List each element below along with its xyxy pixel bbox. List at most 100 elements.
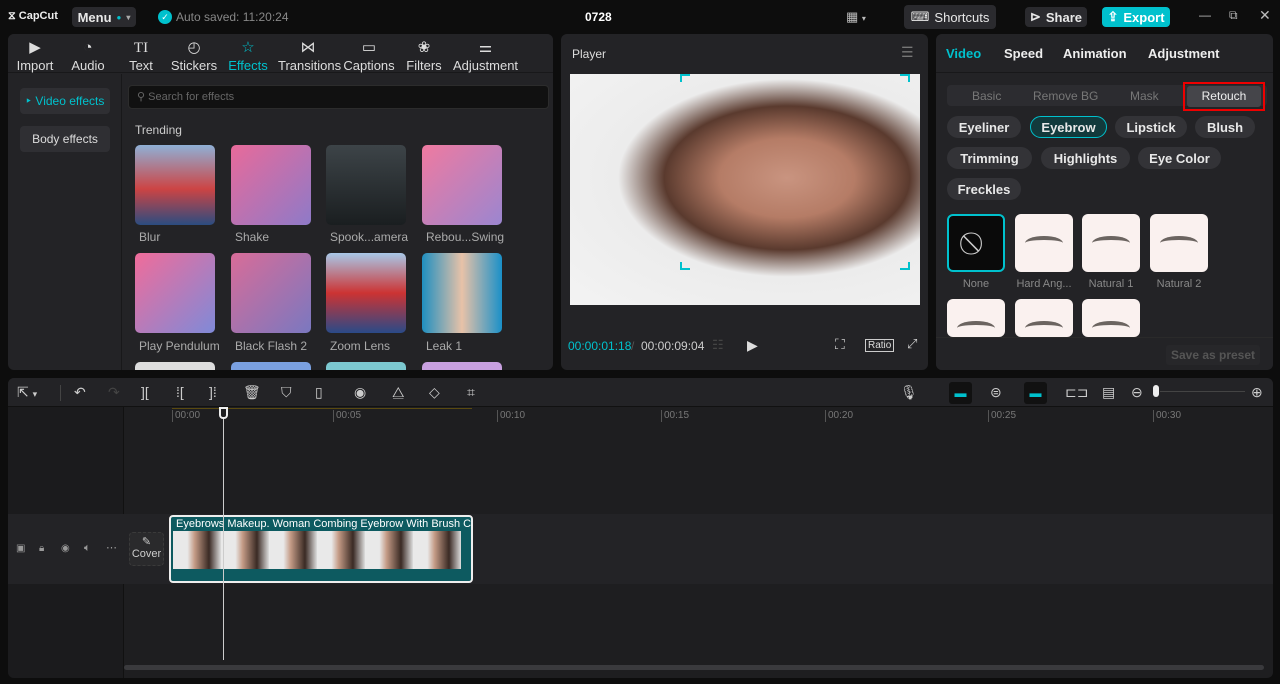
effect-thumb[interactable]: [422, 362, 502, 370]
chip-eyebrow[interactable]: Eyebrow: [1030, 116, 1107, 138]
zoom-fit-icon[interactable]: ⛶: [835, 336, 845, 353]
subtab-mask[interactable]: Mask: [1130, 89, 1159, 103]
import-icon: ▶︎: [29, 39, 41, 56]
mirror-icon[interactable]: ⧋: [392, 384, 405, 401]
subtab-remove-bg[interactable]: Remove BG: [1033, 89, 1098, 103]
horizontal-scrollbar[interactable]: [124, 665, 1264, 670]
split-right-icon[interactable]: ]⁞: [209, 384, 217, 400]
preset-natural-2[interactable]: [1150, 214, 1208, 272]
tab-text[interactable]: TI Text: [111, 38, 171, 73]
layout-icon[interactable]: ▦ ▾: [846, 9, 866, 25]
play-button[interactable]: ▶: [747, 337, 758, 354]
preset-none[interactable]: ⃠: [947, 214, 1005, 272]
video-preview[interactable]: [570, 74, 920, 305]
playhead-handle[interactable]: [219, 407, 228, 419]
effect-thumb-rebound[interactable]: [422, 145, 502, 225]
split-left-icon[interactable]: ⁞[: [176, 384, 184, 400]
export-button[interactable]: ⇪ Export: [1102, 7, 1170, 27]
preset-eyebrow[interactable]: [1015, 299, 1073, 337]
split-icon[interactable]: ][: [141, 384, 149, 400]
lock-icon[interactable]: 🔒︎: [39, 543, 44, 554]
tab-adjustment[interactable]: ⚌ Adjustment: [453, 38, 518, 73]
effect-thumb-leak[interactable]: [422, 253, 502, 333]
chip-eyeliner[interactable]: Eyeliner: [947, 116, 1021, 138]
effect-thumb-spooky[interactable]: [326, 145, 406, 225]
video-clip[interactable]: Eyebrows Makeup. Woman Combing Eyebrow W…: [169, 515, 473, 583]
save-as-preset-button[interactable]: Save as preset: [1166, 345, 1260, 365]
effect-thumb-play-pendulum[interactable]: [135, 253, 215, 333]
rotate-icon[interactable]: ◇: [429, 384, 440, 401]
cover-button[interactable]: ✎ Cover: [129, 532, 164, 566]
marker-icon[interactable]: ⛉: [281, 384, 292, 401]
reverse-icon[interactable]: ◉: [354, 384, 366, 401]
zoom-out-icon[interactable]: ⊖: [1131, 384, 1143, 401]
tab-filters[interactable]: ❀ Filters: [394, 38, 454, 73]
effect-thumb-black-flash[interactable]: [231, 253, 311, 333]
search-input[interactable]: ⚲ Search for effects: [128, 85, 549, 109]
preset-natural-1[interactable]: [1082, 214, 1140, 272]
zoom-slider-track[interactable]: [1160, 391, 1245, 392]
chip-highlights[interactable]: Highlights: [1041, 147, 1130, 169]
link-icon[interactable]: ⊜: [990, 384, 1002, 401]
tab-import[interactable]: ▶︎ Import: [8, 38, 65, 73]
preset-eyebrow[interactable]: [1082, 299, 1140, 337]
effect-thumb[interactable]: [231, 362, 311, 370]
tab-audio[interactable]: ◔ Audio: [58, 38, 118, 73]
sidebar-item-video-effects[interactable]: ‣ Video effects: [20, 88, 110, 114]
zoom-in-icon[interactable]: ⊕: [1251, 384, 1263, 401]
tab-animation[interactable]: Animation: [1063, 46, 1127, 61]
tab-video[interactable]: Video: [946, 46, 981, 61]
preset-eyebrow[interactable]: [947, 299, 1005, 337]
subtab-basic[interactable]: Basic: [972, 89, 1001, 103]
chip-trimming[interactable]: Trimming: [947, 147, 1032, 169]
effect-thumb[interactable]: [135, 362, 215, 370]
auto-snap-toggle[interactable]: ▬: [949, 382, 972, 404]
chip-freckles[interactable]: Freckles: [947, 178, 1021, 200]
effect-thumb[interactable]: [326, 362, 406, 370]
playhead-line[interactable]: [223, 417, 224, 660]
chip-blush[interactable]: Blush: [1195, 116, 1255, 138]
microphone-icon[interactable]: 🎙: [900, 384, 918, 401]
grid-icon[interactable]: ☷: [712, 337, 724, 353]
delete-icon[interactable]: 🗑: [243, 384, 261, 401]
fullscreen-icon[interactable]: ⤢: [907, 336, 917, 352]
chip-eye-color[interactable]: Eye Color: [1138, 147, 1221, 169]
maximize-icon[interactable]: ⧉: [1229, 8, 1238, 23]
tab-stickers[interactable]: ◴ Stickers: [164, 38, 224, 73]
share-button[interactable]: ⊳ Share: [1025, 7, 1087, 27]
sidebar-item-body-effects[interactable]: Body effects: [20, 126, 110, 152]
freeze-icon[interactable]: ▯: [315, 384, 323, 401]
tab-speed[interactable]: Speed: [1004, 46, 1043, 61]
eye-icon[interactable]: ◉: [61, 543, 70, 554]
effect-thumb-blur[interactable]: [135, 145, 215, 225]
preview-axis-icon[interactable]: ▤: [1102, 384, 1115, 401]
preset-hard-angle[interactable]: [1015, 214, 1073, 272]
player-menu-icon[interactable]: ☰: [901, 44, 914, 61]
text-icon: TI: [133, 40, 149, 56]
shortcuts-button[interactable]: ⌨ Shortcuts: [904, 5, 996, 29]
tab-captions[interactable]: ▭ Captions: [339, 38, 399, 73]
clip-filmstrip: [173, 531, 471, 569]
split-audio-icon[interactable]: ⊏⊐: [1065, 384, 1088, 401]
more-icon[interactable]: ⋯: [106, 541, 117, 554]
zoom-slider-handle[interactable]: [1153, 385, 1159, 397]
ruler-tick: 00:10: [497, 410, 525, 422]
main-track-magnet-toggle[interactable]: ▬: [1024, 382, 1047, 404]
effect-thumb-zoom-lens[interactable]: [326, 253, 406, 333]
tab-adjustment[interactable]: Adjustment: [1148, 46, 1220, 61]
effect-thumb-shake[interactable]: [231, 145, 311, 225]
close-icon[interactable]: ✕: [1259, 7, 1271, 24]
volume-icon[interactable]: 🔈︎: [84, 542, 91, 555]
undo-icon[interactable]: ↶: [74, 384, 86, 401]
minimize-icon[interactable]: —: [1199, 8, 1211, 22]
redo-icon[interactable]: ↷: [108, 384, 120, 401]
crop-icon[interactable]: ⌗: [467, 384, 475, 401]
track-cover-icon[interactable]: ▣: [16, 543, 25, 554]
select-tool-icon[interactable]: ⇱ ▾: [17, 384, 37, 401]
tab-transitions[interactable]: ⋈ Transitions: [278, 38, 341, 73]
subtab-retouch[interactable]: Retouch: [1183, 82, 1265, 111]
tab-effects[interactable]: ☆ Effects: [218, 38, 278, 73]
chip-lipstick[interactable]: Lipstick: [1115, 116, 1187, 138]
menu-button[interactable]: Menu ● ▾: [72, 7, 136, 27]
ratio-button[interactable]: Ratio: [865, 339, 895, 352]
